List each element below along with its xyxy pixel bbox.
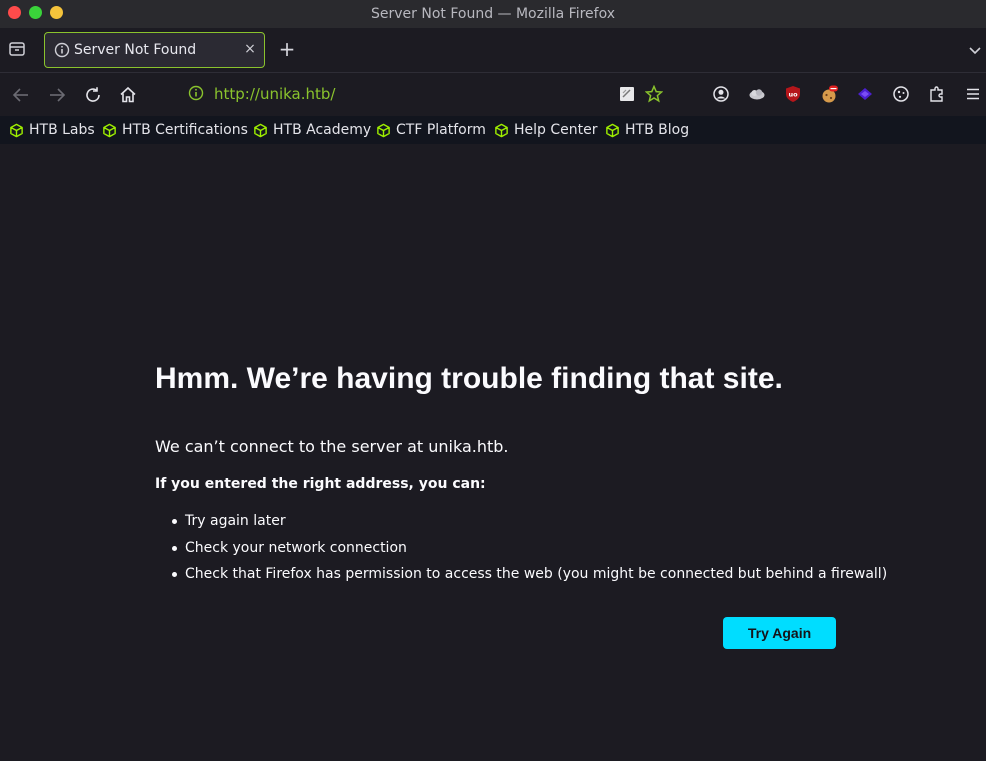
cookie-extension-icon[interactable] <box>820 85 838 103</box>
tab-server-not-found[interactable]: Server Not Found × <box>44 32 265 68</box>
hamburger-menu-icon[interactable] <box>964 85 982 103</box>
tab-strip: Server Not Found × + <box>0 28 986 72</box>
error-title: Hmm. We’re having trouble finding that s… <box>155 362 783 395</box>
suggestion-item: Check your network connection <box>171 535 887 562</box>
svg-text:uo: uo <box>788 91 798 99</box>
new-tab-button[interactable]: + <box>277 38 297 60</box>
bookmark-label: HTB Certifications <box>122 122 248 138</box>
error-page: Hmm. We’re having trouble finding that s… <box>0 144 986 761</box>
bookmark-label: CTF Platform <box>396 122 486 138</box>
htb-cube-icon <box>10 123 23 137</box>
home-icon[interactable] <box>118 85 138 105</box>
extensions-puzzle-icon[interactable] <box>928 85 946 103</box>
account-icon[interactable] <box>712 85 730 103</box>
htb-cube-icon <box>606 123 619 137</box>
bookmark-ctf-platform[interactable]: CTF Platform <box>376 120 486 140</box>
wappalyzer-icon[interactable] <box>856 85 874 103</box>
suggestions-list: Try again later Check your network conne… <box>171 508 887 588</box>
htb-cube-icon <box>254 123 267 137</box>
info-icon <box>54 42 70 58</box>
site-info-icon[interactable] <box>188 85 204 101</box>
suggestion-item: Try again later <box>171 508 887 535</box>
bookmark-label: Help Center <box>514 122 598 138</box>
url-bar-input[interactable]: http://unika.htb/ <box>214 85 335 103</box>
cookie-icon[interactable] <box>892 85 910 103</box>
bookmarks-toolbar: HTB Labs HTB Certifications HTB Academy … <box>0 116 986 144</box>
tab-title: Server Not Found <box>74 42 197 58</box>
bookmark-star-icon[interactable] <box>644 84 664 103</box>
chevron-down-icon[interactable] <box>968 42 982 56</box>
error-description: We can’t connect to the server at unika.… <box>155 437 509 456</box>
list-all-tabs-icon[interactable] <box>8 40 26 58</box>
back-arrow-icon[interactable] <box>11 85 31 105</box>
suggestions-heading: If you entered the right address, you ca… <box>155 476 486 492</box>
bookmark-label: HTB Labs <box>29 122 95 138</box>
ublock-icon[interactable]: uo <box>784 85 802 103</box>
cloud-extension-icon[interactable] <box>748 85 766 103</box>
htb-cube-icon <box>103 123 116 137</box>
forward-arrow-icon[interactable] <box>47 85 67 105</box>
navigation-toolbar: http://unika.htb/ uo <box>0 72 986 116</box>
window-title: Server Not Found — Mozilla Firefox <box>370 6 615 22</box>
bookmark-htb-labs[interactable]: HTB Labs <box>9 120 95 140</box>
bookmark-htb-blog[interactable]: HTB Blog <box>605 120 689 140</box>
window-titlebar: Server Not Found — Mozilla Firefox <box>0 0 986 28</box>
try-again-button[interactable]: Try Again <box>723 617 836 649</box>
bookmark-label: HTB Academy <box>273 122 372 138</box>
reload-icon[interactable] <box>83 85 103 105</box>
suggestion-item: Check that Firefox has permission to acc… <box>171 561 887 588</box>
htb-cube-icon <box>495 123 508 137</box>
bookmark-help-center[interactable]: Help Center <box>494 120 598 140</box>
bookmark-label: HTB Blog <box>625 122 690 138</box>
page-note-icon[interactable] <box>618 85 636 103</box>
tab-close-button[interactable]: × <box>243 42 257 56</box>
htb-cube-icon <box>377 123 390 137</box>
bookmark-htb-academy[interactable]: HTB Academy <box>253 120 371 140</box>
bookmark-htb-certifications[interactable]: HTB Certifications <box>102 120 248 140</box>
